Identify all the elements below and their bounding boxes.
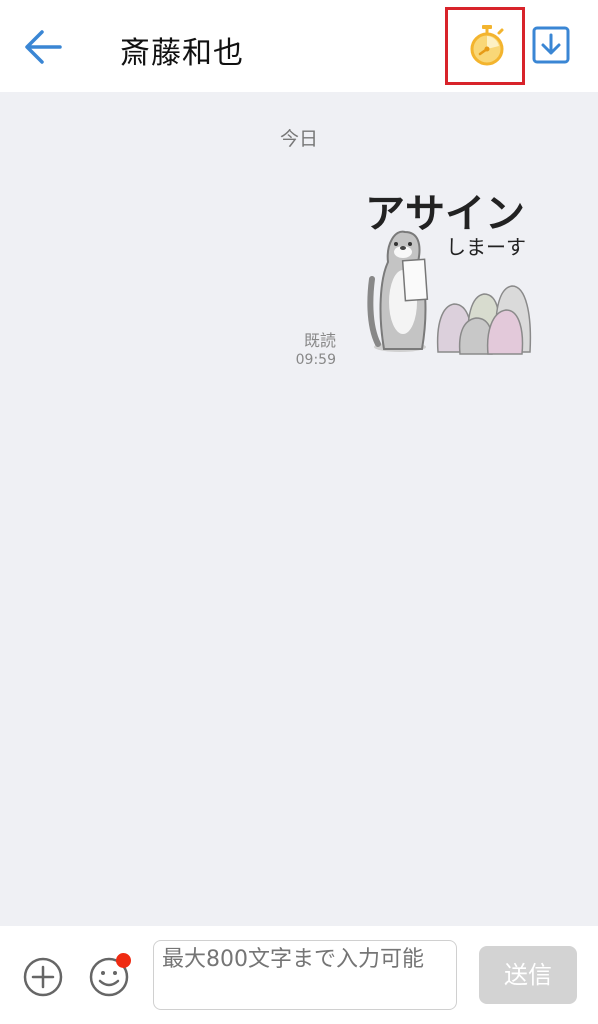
stopwatch-icon: [470, 25, 504, 66]
message-time: 09:59: [295, 352, 336, 368]
chat-header: 斎藤和也: [0, 0, 598, 92]
plus-circle-icon[interactable]: [22, 956, 64, 998]
back-arrow-icon[interactable]: [22, 26, 64, 68]
timer-button[interactable]: [445, 7, 525, 85]
composer-bar: 送信: [0, 926, 598, 1024]
message-input[interactable]: [153, 940, 457, 1010]
otter-crowd: [436, 285, 532, 355]
download-icon[interactable]: [532, 26, 570, 64]
chat-area[interactable]: 今日 アサイン しまーす 既読 09:59: [0, 92, 598, 926]
chat-title: 斎藤和也: [120, 36, 244, 71]
send-button[interactable]: 送信: [479, 946, 577, 1004]
read-status: 既読: [303, 331, 336, 350]
sticker-message[interactable]: アサイン しまーす: [360, 184, 540, 364]
date-separator: 今日: [279, 128, 318, 150]
notification-dot: [116, 953, 131, 968]
sticker-text-sub: しまーす: [446, 235, 526, 259]
sticker-text-main: アサイン: [365, 191, 525, 237]
